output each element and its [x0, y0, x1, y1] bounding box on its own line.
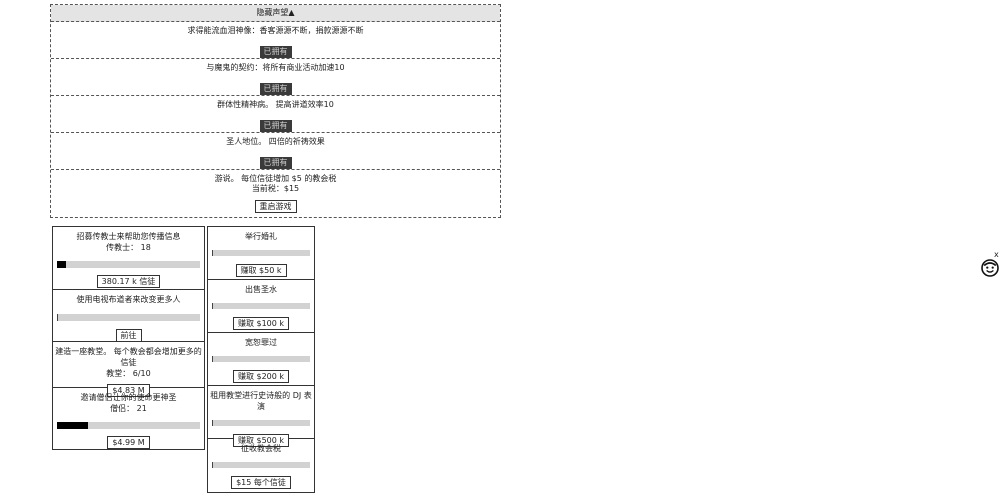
- owned-badge: 已拥有: [259, 46, 292, 58]
- jobs-column: 举行婚礼 赚取 $50 k 出售圣水 赚取 $100 k 宽恕罪过 赚取 $20…: [207, 226, 315, 493]
- reputation-item-final: 游说。 每位信徒增加 $5 的教会税 当前税：$15 重启游戏: [51, 170, 500, 217]
- earn-forgive-button[interactable]: 赚取 $200 k: [232, 370, 290, 383]
- progress-bar: [57, 314, 200, 321]
- reputation-panel: 隐藏声望▲ 求得能流血泪神像：香客源源不断，捐款源源不断 已拥有 与魔鬼的契约：…: [50, 4, 501, 218]
- reputation-item: 与魔鬼的契约：将所有商业活动加速10 已拥有: [51, 59, 500, 96]
- reputation-item-desc: 圣人地位。 四倍的祈祷效果: [226, 137, 325, 146]
- job-card-dj-show: 租用教堂进行史诗般的 DJ 表演 赚取 $500 k: [208, 386, 314, 447]
- job-title: 宽恕罪过: [245, 338, 277, 347]
- restart-game-button[interactable]: 重启游戏: [254, 200, 297, 213]
- job-title: 租用教堂进行史诗般的 DJ 表演: [210, 391, 312, 411]
- upgrade-count: 僧侣： 21: [110, 404, 147, 413]
- job-card-church-tax: 征收教会税 $15 每个信徒: [208, 439, 314, 492]
- toggle-reputation-header[interactable]: 隐藏声望▲: [51, 5, 500, 22]
- reputation-item: 圣人地位。 四倍的祈祷效果 已拥有: [51, 133, 500, 170]
- invite-monks-button[interactable]: $4.99 M: [107, 436, 150, 449]
- upgrade-count: 传教士： 18: [106, 243, 151, 252]
- upgrade-card-monks: 邀请僧侣让你的使命更神圣 僧侣： 21 $4.99 M: [53, 388, 204, 449]
- close-icon[interactable]: x: [994, 251, 999, 259]
- progress-bar-fill: [57, 261, 66, 268]
- recruit-missionary-button[interactable]: 380.17 k 信徒: [96, 275, 161, 288]
- job-progress-bar: [212, 250, 310, 256]
- smiley-face-icon[interactable]: [981, 259, 999, 277]
- earn-wedding-button[interactable]: 赚取 $50 k: [235, 264, 287, 277]
- upgrade-title: 邀请僧侣让你的使命更神圣: [80, 393, 177, 402]
- job-card-holy-water: 出售圣水 赚取 $100 k: [208, 280, 314, 333]
- reputation-item-desc: 游说。 每位信徒增加 $5 的教会税: [214, 174, 337, 183]
- collect-tax-button[interactable]: $15 每个信徒: [231, 476, 291, 489]
- upgrade-title: 使用电视布道者来改变更多人: [76, 295, 181, 304]
- reputation-item: 群体性精神病。 提高讲道效率10 已拥有: [51, 96, 500, 133]
- upgrade-card-televangelists: 使用电视布道者来改变更多人 前往: [53, 290, 204, 342]
- job-progress-bar: [212, 462, 310, 468]
- upgrade-title: 建造一座教堂。 每个教会都会增加更多的信徒: [55, 347, 202, 367]
- upgrade-card-missionaries: 招募传教士来帮助您传播信息 传教士： 18 380.17 k 信徒: [53, 227, 204, 290]
- go-televangelist-button[interactable]: 前往: [115, 329, 142, 342]
- upgrade-card-church: 建造一座教堂。 每个教会都会增加更多的信徒 教堂： 6/10 $4.83 M: [53, 342, 204, 397]
- upgrades-column: 招募传教士来帮助您传播信息 传教士： 18 380.17 k 信徒 使用电视布道…: [52, 226, 205, 450]
- progress-bar: [57, 261, 200, 268]
- reputation-item-desc: 求得能流血泪神像：香客源源不断，捐款源源不断: [187, 26, 364, 35]
- reputation-item: 求得能流血泪神像：香客源源不断，捐款源源不断 已拥有: [51, 22, 500, 59]
- job-card-wedding: 举行婚礼 赚取 $50 k: [208, 227, 314, 280]
- reputation-item-desc: 与魔鬼的契约：将所有商业活动加速10: [206, 63, 345, 72]
- job-progress-bar: [212, 356, 310, 362]
- current-tax-text: 当前税：$15: [251, 184, 300, 193]
- progress-bar-fill: [57, 422, 89, 429]
- upgrade-count: 教堂： 6/10: [106, 369, 151, 378]
- job-title: 征收教会税: [241, 444, 281, 453]
- owned-badge: 已拥有: [259, 83, 292, 95]
- job-progress-bar: [212, 303, 310, 309]
- job-title: 举行婚礼: [245, 232, 277, 241]
- progress-bar: [57, 422, 200, 429]
- reputation-item-desc: 群体性精神病。 提高讲道效率10: [217, 100, 334, 109]
- job-progress-bar: [212, 420, 310, 426]
- job-card-forgive-sins: 宽恕罪过 赚取 $200 k: [208, 333, 314, 386]
- owned-badge: 已拥有: [259, 120, 292, 132]
- upgrade-title: 招募传教士来帮助您传播信息: [76, 232, 181, 241]
- earn-holy-water-button[interactable]: 赚取 $100 k: [232, 317, 290, 330]
- job-title: 出售圣水: [245, 285, 277, 294]
- owned-badge: 已拥有: [259, 157, 292, 169]
